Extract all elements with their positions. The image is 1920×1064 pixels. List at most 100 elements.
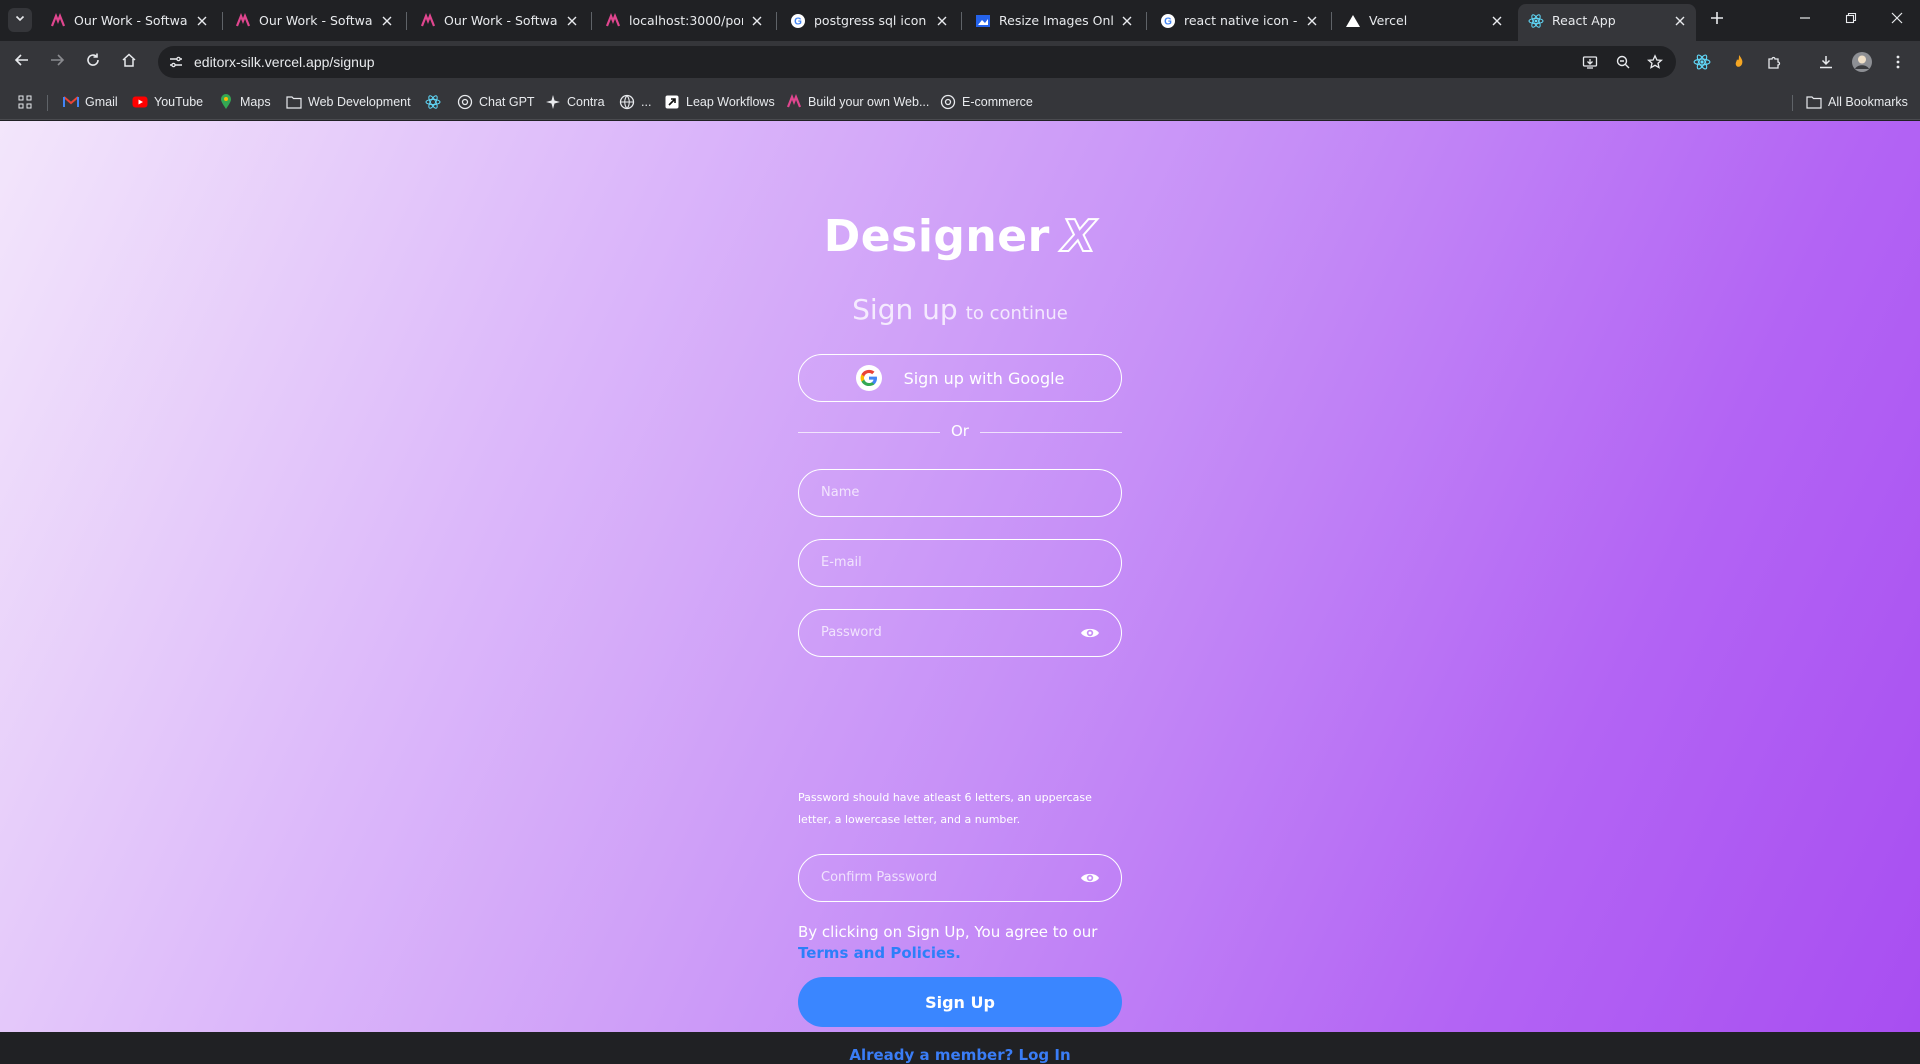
- all-bookmarks-button[interactable]: All Bookmarks: [1806, 91, 1908, 113]
- browser-tab-active[interactable]: React App: [1518, 4, 1696, 41]
- email-input[interactable]: [821, 540, 1071, 585]
- close-icon[interactable]: [1489, 13, 1505, 29]
- browser-tab[interactable]: Our Work - Software: [40, 4, 218, 37]
- url-text[interactable]: editorx-silk.vercel.app/signup: [194, 54, 375, 70]
- minimize-button[interactable]: [1782, 0, 1828, 40]
- bookmark-e-commerce[interactable]: E-commerce: [940, 91, 1033, 113]
- extensions-puzzle-icon[interactable]: [1762, 50, 1786, 74]
- bookmark-gmail[interactable]: Gmail: [63, 91, 118, 113]
- signup-button[interactable]: Sign Up: [798, 977, 1122, 1027]
- bookmark-build-your-own-web[interactable]: Build your own Web...: [786, 91, 929, 113]
- youtube-icon: [132, 94, 148, 110]
- bookmark-star-icon[interactable]: [1643, 50, 1667, 74]
- home-button[interactable]: [114, 47, 144, 77]
- react-icon: [1528, 13, 1544, 29]
- browser-tab[interactable]: localhost:3000/portfo: [595, 4, 773, 37]
- close-icon[interactable]: [1304, 13, 1320, 29]
- bookmark-maps[interactable]: Maps: [218, 91, 271, 113]
- maps-icon: [218, 94, 234, 110]
- logo-text: Designer: [823, 211, 1050, 262]
- close-icon[interactable]: [564, 13, 580, 29]
- tab-divider: [591, 12, 592, 30]
- close-icon[interactable]: [934, 13, 950, 29]
- profile-avatar[interactable]: [1850, 50, 1874, 74]
- site-info-icon[interactable]: [164, 50, 188, 74]
- browser-tab[interactable]: Our Work - Software: [410, 4, 588, 37]
- bookmark-leap-workflows[interactable]: Leap Workflows: [664, 91, 775, 113]
- or-label: Or: [951, 422, 969, 440]
- or-divider: Or: [798, 422, 1122, 442]
- confirm-password-input[interactable]: [821, 855, 1071, 900]
- zoom-icon[interactable]: [1611, 50, 1635, 74]
- react-devtools-icon[interactable]: [1690, 50, 1714, 74]
- subtitle-main: Sign up: [852, 293, 958, 326]
- install-app-icon[interactable]: [1578, 50, 1602, 74]
- google-signup-button[interactable]: Sign up with Google: [798, 354, 1122, 402]
- bookmarks-bar: Gmail YouTube Maps Web Development Chat …: [0, 83, 1920, 120]
- image-resize-icon: [975, 13, 991, 29]
- close-icon[interactable]: [1119, 13, 1135, 29]
- arrow-left-icon: [14, 52, 30, 72]
- password-hint: Password should have atleast 6 letters, …: [798, 791, 1092, 826]
- tab-title: Our Work - Software: [259, 13, 373, 28]
- tab-divider: [406, 12, 407, 30]
- contra-icon: [545, 94, 561, 110]
- bookmark-contra[interactable]: Contra: [545, 91, 605, 113]
- eye-icon[interactable]: [1079, 869, 1101, 887]
- tab-divider: [961, 12, 962, 30]
- close-window-button[interactable]: [1874, 0, 1920, 40]
- bookmark-label: Maps: [240, 95, 271, 109]
- close-icon[interactable]: [379, 13, 395, 29]
- tab-divider: [1146, 12, 1147, 30]
- logo-x-mark: X: [1061, 210, 1097, 263]
- bookmark-divider: [1792, 95, 1793, 111]
- extension-flame-icon[interactable]: [1727, 50, 1751, 74]
- bookmark-label: E-commerce: [962, 95, 1033, 109]
- browser-tab[interactable]: Our Work - Software: [225, 4, 403, 37]
- login-link[interactable]: Already a member? Log In: [798, 1046, 1122, 1064]
- bookmark-chat-gpt[interactable]: Chat GPT: [457, 91, 535, 113]
- browser-tab[interactable]: G react native icon - Go: [1150, 4, 1328, 37]
- new-tab-button[interactable]: [1703, 8, 1731, 32]
- bookmark-globe[interactable]: ...: [619, 91, 651, 113]
- tab-title: postgress sql icon - G: [814, 13, 928, 28]
- forward-button[interactable]: [42, 47, 72, 77]
- bookmark-label: Contra: [567, 95, 605, 109]
- tab-title: Our Work - Software: [74, 13, 188, 28]
- subtitle-rest: to continue: [965, 303, 1068, 324]
- agree-text: By clicking on Sign Up, You agree to our: [798, 923, 1098, 941]
- browser-toolbar: editorx-silk.vercel.app/signup: [0, 41, 1920, 83]
- name-input[interactable]: [821, 470, 1071, 515]
- bookmark-folder-web-development[interactable]: Web Development: [286, 91, 411, 113]
- tab-search-button[interactable]: [8, 8, 32, 32]
- close-icon[interactable]: [1672, 13, 1688, 29]
- browser-tab[interactable]: Vercel: [1335, 4, 1513, 37]
- reload-button[interactable]: [78, 47, 108, 77]
- back-button[interactable]: [7, 47, 37, 77]
- bookmark-react[interactable]: [425, 91, 447, 113]
- close-icon[interactable]: [194, 13, 210, 29]
- terms-link[interactable]: Terms and Policies.: [798, 943, 961, 964]
- browser-tab[interactable]: G postgress sql icon - G: [780, 4, 958, 37]
- brand-logo: Designer X: [0, 210, 1920, 263]
- bookmark-youtube[interactable]: YouTube: [132, 91, 203, 113]
- signup-page: Designer X Sign up to continue Sign up wi…: [0, 121, 1920, 1064]
- folder-icon: [1806, 94, 1822, 110]
- globe-icon: [619, 94, 635, 110]
- download-icon[interactable]: [1814, 50, 1838, 74]
- page-subtitle: Sign up to continue: [0, 293, 1920, 326]
- apps-button[interactable]: [17, 91, 39, 113]
- address-bar[interactable]: editorx-silk.vercel.app/signup: [158, 46, 1676, 78]
- bookmark-label: Chat GPT: [479, 95, 535, 109]
- close-icon: [1891, 12, 1903, 28]
- browser-menu-icon[interactable]: [1886, 50, 1910, 74]
- email-field: [798, 539, 1122, 587]
- browser-tab[interactable]: Resize Images Online: [965, 4, 1143, 37]
- pink-logo-icon: [605, 12, 621, 29]
- restore-button[interactable]: [1828, 0, 1874, 40]
- eye-icon[interactable]: [1079, 624, 1101, 642]
- password-input[interactable]: [821, 610, 1071, 655]
- chevron-down-icon: [14, 12, 26, 28]
- close-icon[interactable]: [749, 13, 765, 29]
- terms-agreement: By clicking on Sign Up, You agree to our…: [798, 922, 1122, 964]
